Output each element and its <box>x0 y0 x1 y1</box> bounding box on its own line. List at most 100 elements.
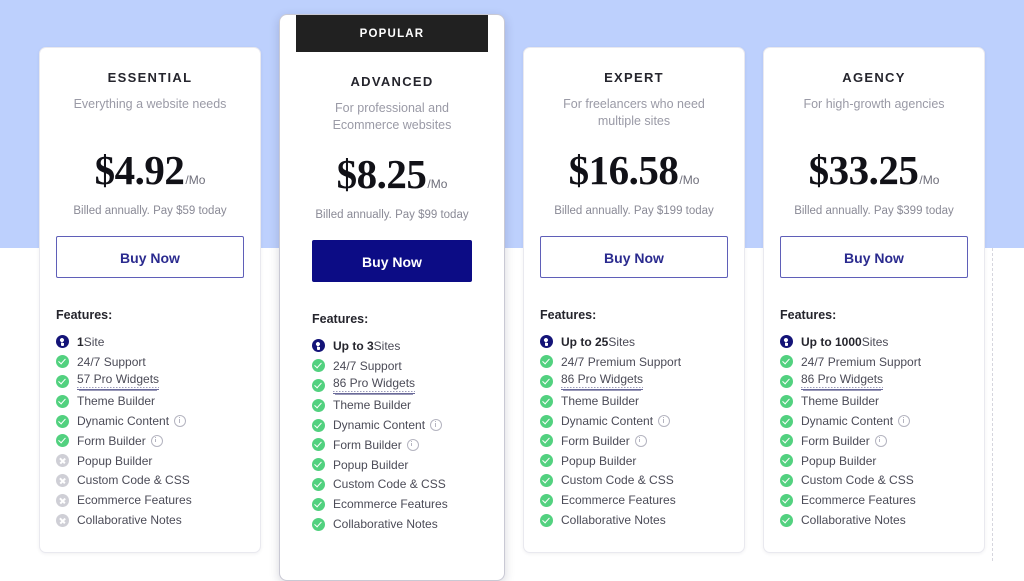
info-icon[interactable] <box>150 434 163 447</box>
feature-list: Up to 3 Sites 24/7 Support 86 Pro Widgets T… <box>312 336 472 534</box>
feature-item: Popup Builder <box>540 451 728 471</box>
check-icon <box>540 355 553 369</box>
feature-label: Ecommerce Features <box>561 493 676 508</box>
feature-label: Theme Builder <box>561 394 640 409</box>
check-icon <box>780 473 793 487</box>
feature-label: Popup Builder <box>77 453 153 468</box>
popular-badge: POPULAR <box>296 15 488 52</box>
feature-item: Popup Builder <box>312 455 472 475</box>
sites-icon <box>56 335 69 349</box>
info-icon[interactable] <box>634 434 647 447</box>
check-icon <box>312 458 325 472</box>
price-row: $4.92/Mo <box>56 146 244 194</box>
check-icon <box>780 493 793 507</box>
feature-label: Form Builder <box>77 433 146 448</box>
feature-item: Dynamic Content <box>780 411 968 431</box>
feature-label: Custom Code & CSS <box>801 473 914 488</box>
check-icon <box>780 374 793 388</box>
feature-item: Custom Code & CSS <box>540 471 728 491</box>
buy-now-button[interactable]: Buy Now <box>312 240 472 282</box>
info-icon[interactable] <box>406 438 419 451</box>
feature-label-emphasis: Up to 1000 <box>801 334 862 349</box>
feature-label: Sites <box>861 334 889 349</box>
check-icon <box>780 513 793 527</box>
feature-label: 24/7 Support <box>333 358 402 373</box>
pro-widgets-link[interactable]: 57 Pro Widgets <box>77 372 160 391</box>
plan-name: EXPERT <box>604 70 664 85</box>
check-icon <box>312 398 325 412</box>
plan-price-period: /Mo <box>679 173 700 187</box>
check-icon <box>312 517 325 531</box>
plan-name: ADVANCED <box>350 74 434 89</box>
price-row: $8.25/Mo <box>312 150 472 198</box>
check-icon <box>780 394 793 408</box>
card-body: ADVANCED For professional and Ecommerce w… <box>296 52 488 558</box>
pricing-page: ESSENTIAL Everything a website needs $4.92… <box>0 0 1024 581</box>
feature-item: Ecommerce Features <box>312 494 472 514</box>
features-title: Features: <box>312 312 369 326</box>
pro-widgets-link[interactable]: 86 Pro Widgets <box>333 376 416 395</box>
plan-price: $16.58 <box>568 147 679 193</box>
feature-item: Collaborative Notes <box>56 510 244 530</box>
pricing-card-expert: EXPERT For freelancers who need multiple … <box>523 47 745 553</box>
buy-now-button[interactable]: Buy Now <box>540 236 728 278</box>
pro-widgets-link[interactable]: 86 Pro Widgets <box>561 372 644 391</box>
info-icon[interactable] <box>658 415 671 428</box>
cross-icon <box>56 513 69 527</box>
features-title: Features: <box>780 308 837 322</box>
plan-price: $8.25 <box>336 151 427 197</box>
feature-label-emphasis: Up to 25 <box>561 334 609 349</box>
price-row: $33.25/Mo <box>780 146 968 194</box>
feature-item: Up to 25 Sites <box>540 332 728 352</box>
feature-item: Dynamic Content <box>56 411 244 431</box>
feature-label: Popup Builder <box>333 457 409 472</box>
pro-widgets-link[interactable]: 86 Pro Widgets <box>801 372 884 391</box>
check-icon <box>312 477 325 491</box>
buy-now-button[interactable]: Buy Now <box>780 236 968 278</box>
feature-item: Collaborative Notes <box>540 510 728 530</box>
feature-item: Up to 3 Sites <box>312 336 472 356</box>
check-icon <box>312 438 325 452</box>
feature-label-emphasis: 1 <box>77 334 84 349</box>
feature-item: Popup Builder <box>56 451 244 471</box>
feature-label: Form Builder <box>333 437 402 452</box>
plan-tagline: Everything a website needs <box>73 97 227 111</box>
features-title: Features: <box>56 308 113 322</box>
feature-label: Popup Builder <box>801 453 877 468</box>
feature-label: Ecommerce Features <box>801 493 916 508</box>
info-icon[interactable] <box>174 415 187 428</box>
feature-label: Ecommerce Features <box>77 493 192 508</box>
feature-label: Theme Builder <box>333 398 412 413</box>
buy-now-button[interactable]: Buy Now <box>56 236 244 278</box>
check-icon <box>780 414 793 428</box>
price-row: $16.58/Mo <box>540 146 728 194</box>
info-icon[interactable] <box>430 419 443 432</box>
features-title: Features: <box>540 308 597 322</box>
info-icon[interactable] <box>898 415 911 428</box>
feature-label: Collaborative Notes <box>333 517 438 532</box>
feature-label: Custom Code & CSS <box>333 477 446 492</box>
feature-item: Custom Code & CSS <box>56 471 244 491</box>
feature-label: Collaborative Notes <box>77 513 182 528</box>
feature-label: Collaborative Notes <box>801 513 906 528</box>
info-icon[interactable] <box>874 434 887 447</box>
feature-label: Collaborative Notes <box>561 513 666 528</box>
feature-item: Form Builder <box>780 431 968 451</box>
feature-label: Sites <box>373 338 401 353</box>
feature-label: Popup Builder <box>561 453 637 468</box>
feature-item: Custom Code & CSS <box>780 471 968 491</box>
feature-item: Popup Builder <box>780 451 968 471</box>
pricing-card-grid: ESSENTIAL Everything a website needs $4.92… <box>0 0 1024 581</box>
plan-price: $4.92 <box>94 147 185 193</box>
pricing-card-advanced: POPULAR ADVANCED For professional and Ecom… <box>279 14 505 581</box>
check-icon <box>56 374 69 388</box>
cross-icon <box>56 454 69 468</box>
check-icon <box>312 378 325 392</box>
check-icon <box>780 454 793 468</box>
check-icon <box>540 493 553 507</box>
check-icon <box>312 497 325 511</box>
feature-label: Dynamic Content <box>77 414 170 429</box>
feature-label: Form Builder <box>801 433 870 448</box>
feature-label: Dynamic Content <box>801 414 894 429</box>
feature-label: Form Builder <box>561 433 630 448</box>
